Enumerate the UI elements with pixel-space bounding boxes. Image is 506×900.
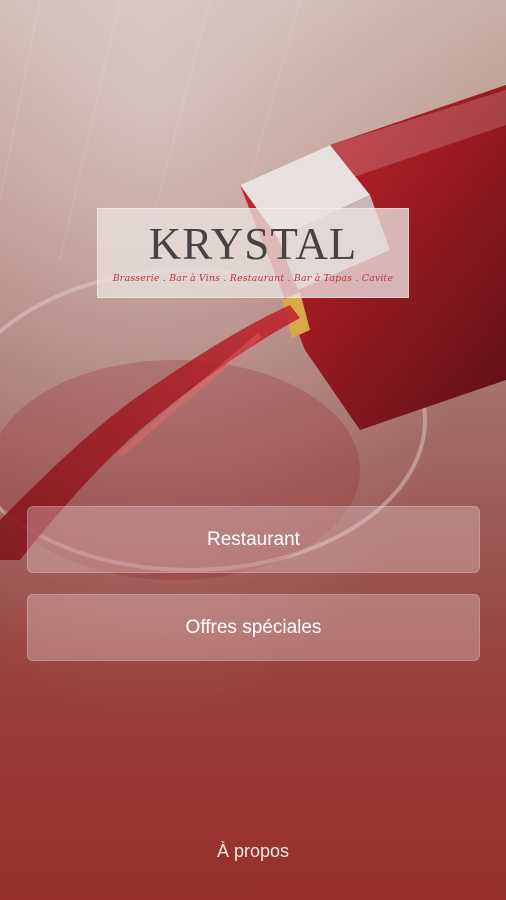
special-offers-button[interactable]: Offres spéciales — [27, 594, 480, 661]
logo-tagline: Brasserie . Bar à Vins . Restaurant . Ba… — [112, 273, 394, 284]
home-screen: KRYSTAL Brasserie . Bar à Vins . Restaur… — [0, 0, 506, 900]
logo-title: KRYSTAL — [148, 219, 358, 269]
krystal-logo: KRYSTAL Brasserie . Bar à Vins . Restaur… — [97, 208, 409, 298]
special-offers-button-label: Offres spéciales — [185, 616, 322, 638]
about-link[interactable]: À propos — [0, 841, 506, 862]
restaurant-button-label: Restaurant — [207, 528, 300, 550]
wine-pouring-background-image — [0, 0, 506, 900]
restaurant-button[interactable]: Restaurant — [27, 506, 480, 573]
